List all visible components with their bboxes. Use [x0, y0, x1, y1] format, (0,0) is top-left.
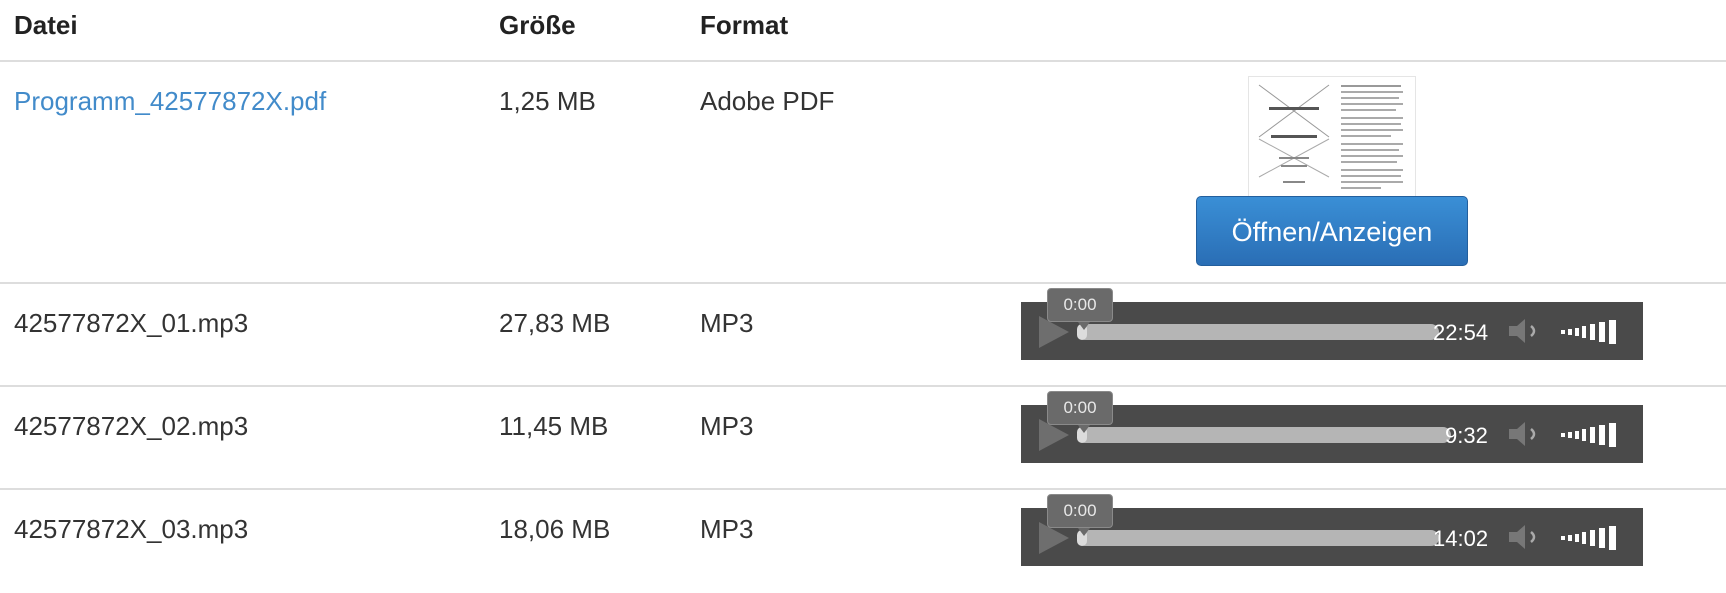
volume-level-icon[interactable]: [1559, 318, 1631, 346]
volume-level-icon[interactable]: [1559, 421, 1631, 449]
current-time: 0:00: [1047, 494, 1113, 536]
header-file: Datei: [14, 10, 78, 40]
audio-player: 0:00 22:54: [1021, 288, 1643, 360]
file-cell: 42577872X_02.mp3: [14, 411, 249, 441]
progress-track[interactable]: [1077, 324, 1439, 340]
duration-label: 9:32: [1445, 423, 1488, 448]
pdf-thumbnail[interactable]: [1248, 76, 1416, 198]
file-cell: 42577872X_01.mp3: [14, 308, 249, 338]
volume-icon[interactable]: [1507, 419, 1547, 449]
progress-track[interactable]: [1077, 530, 1439, 546]
format-cell: MP3: [700, 308, 754, 338]
header-size: Größe: [499, 10, 576, 40]
duration-label: 14:02: [1433, 526, 1489, 551]
size-cell: 18,06 MB: [499, 514, 611, 544]
file-table: Datei Größe Format Programm_42577872X.pd…: [0, 0, 1726, 593]
table-row: Programm_42577872X.pdf 1,25 MB Adobe PDF: [0, 62, 1726, 284]
duration-label: 22:54: [1433, 320, 1489, 345]
format-cell: MP3: [700, 514, 754, 544]
format-cell: Adobe PDF: [700, 86, 835, 116]
current-time: 0:00: [1047, 391, 1113, 433]
table-row: 42577872X_02.mp3 11,45 MB MP3 0:00 9:32: [0, 387, 1726, 490]
header-format: Format: [700, 10, 789, 40]
format-cell: MP3: [700, 411, 754, 441]
table-row: 42577872X_03.mp3 18,06 MB MP3 0:00 14:02: [0, 490, 1726, 593]
audio-player: 0:00 14:02: [1021, 494, 1643, 566]
progress-track[interactable]: [1077, 427, 1451, 443]
file-cell: 42577872X_03.mp3: [14, 514, 249, 544]
table-header: Datei Größe Format: [0, 0, 1726, 62]
volume-icon[interactable]: [1507, 316, 1547, 346]
size-cell: 27,83 MB: [499, 308, 611, 338]
file-cell: Programm_42577872X.pdf: [14, 86, 326, 117]
open-view-button[interactable]: Öffnen/Anzeigen: [1196, 196, 1468, 266]
audio-player: 0:00 9:32: [1021, 391, 1643, 463]
current-time: 0:00: [1047, 288, 1113, 330]
pdf-file-link[interactable]: Programm_42577872X.pdf: [14, 86, 326, 116]
size-cell: 11,45 MB: [499, 411, 609, 441]
table-row: 42577872X_01.mp3 27,83 MB MP3 0:00 22:54: [0, 284, 1726, 387]
volume-level-icon[interactable]: [1559, 524, 1631, 552]
volume-icon[interactable]: [1507, 522, 1547, 552]
size-cell: 1,25 MB: [499, 86, 596, 116]
